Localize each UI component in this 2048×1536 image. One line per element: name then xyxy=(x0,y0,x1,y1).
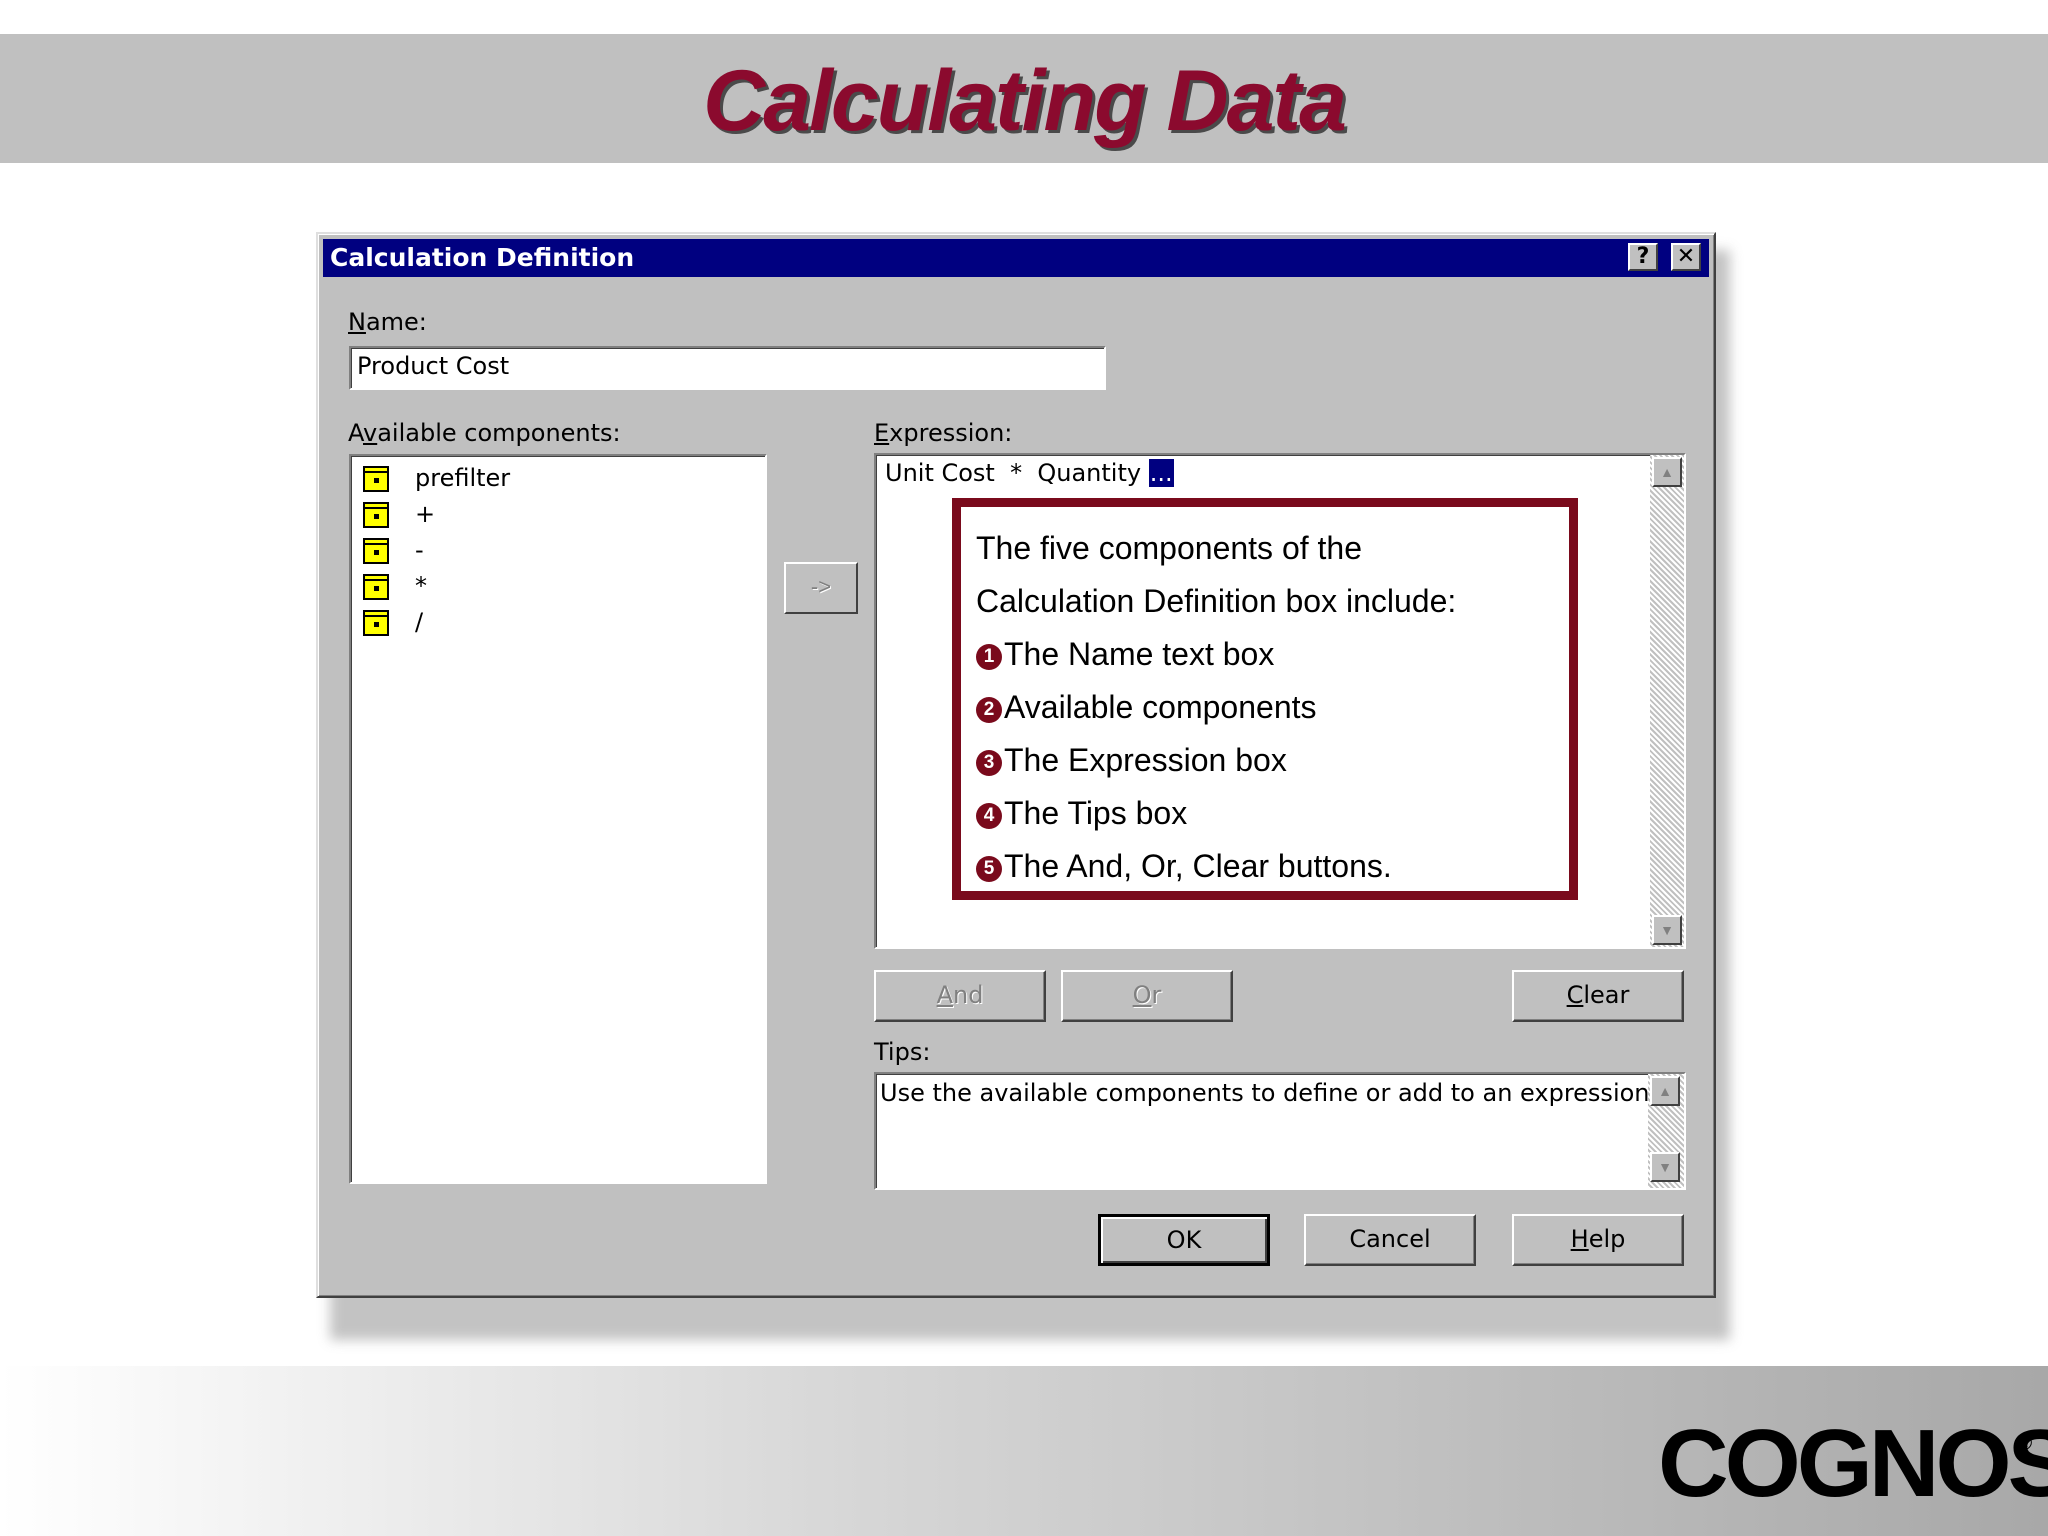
callout-item: 1 The Name text box xyxy=(976,634,1274,674)
callout-item: 5 The And, Or, Clear buttons. xyxy=(976,846,1392,886)
callout-item-text: The And, Or, Clear buttons. xyxy=(1004,848,1392,884)
callout-item-text: The Tips box xyxy=(1004,795,1188,831)
component-icon xyxy=(363,466,389,492)
callout-item-text: Available components xyxy=(1004,689,1317,725)
component-icon xyxy=(363,502,389,528)
scroll-up-icon[interactable]: ▲ xyxy=(1650,1076,1680,1106)
or-button[interactable]: Or xyxy=(1061,970,1233,1022)
callout-intro-line2: Calculation Definition box include: xyxy=(976,583,1457,619)
component-icon xyxy=(363,538,389,564)
number-3-icon: 3 xyxy=(976,750,1002,776)
registered-mark: ® xyxy=(2016,1430,2033,1455)
and-button[interactable]: And xyxy=(874,970,1046,1022)
expression-text: Unit Cost * Quantity ... xyxy=(885,458,1174,488)
list-item-label: prefilter xyxy=(415,464,511,492)
list-item[interactable]: prefilter xyxy=(363,462,743,494)
help-title-button[interactable]: ? xyxy=(1628,243,1658,271)
expression-label: Expression: xyxy=(874,419,1013,447)
scroll-down-icon[interactable]: ▼ xyxy=(1652,915,1682,945)
callout-item: 3 The Expression box xyxy=(976,740,1287,780)
tips-label: Tips: xyxy=(874,1038,931,1066)
dialog-title: Calculation Definition xyxy=(330,243,635,272)
callout-item-text: The Expression box xyxy=(1004,742,1287,778)
component-icon xyxy=(363,610,389,636)
list-item[interactable]: - xyxy=(363,534,743,566)
close-button[interactable]: ✕ xyxy=(1671,243,1701,271)
slide-title: Calculating Data xyxy=(703,53,1347,149)
cognos-logo: COGNOS xyxy=(1658,1410,2048,1517)
clear-button[interactable]: Clear xyxy=(1512,970,1684,1022)
number-1-icon: 1 xyxy=(976,644,1002,670)
help-button[interactable]: Help xyxy=(1512,1214,1684,1266)
insert-arrow-button[interactable]: -> xyxy=(784,562,858,614)
number-2-icon: 2 xyxy=(976,697,1002,723)
list-item-label: - xyxy=(415,536,424,564)
expression-value: Unit Cost * Quantity xyxy=(885,459,1149,487)
callout-intro-line1: The five components of the xyxy=(976,530,1362,566)
tips-text: Use the available components to define o… xyxy=(880,1079,1658,1107)
list-item-label: / xyxy=(415,608,424,636)
expression-scrollbar[interactable] xyxy=(1650,455,1684,947)
number-4-icon: 4 xyxy=(976,803,1002,829)
list-item[interactable]: * xyxy=(363,570,743,602)
list-item[interactable]: + xyxy=(363,498,743,530)
available-components-list[interactable]: prefilter + - * / xyxy=(349,454,767,1184)
number-5-icon: 5 xyxy=(976,856,1002,882)
available-components-label: Available components: xyxy=(348,419,621,447)
scroll-down-icon[interactable]: ▼ xyxy=(1650,1152,1680,1182)
callout-item-text: The Name text box xyxy=(1004,636,1275,672)
list-item-label: + xyxy=(415,500,436,528)
callout-item: 4 The Tips box xyxy=(976,793,1187,833)
list-item-label: * xyxy=(415,572,427,600)
scroll-up-icon[interactable]: ▲ xyxy=(1652,457,1682,487)
callout-item: 2 Available components xyxy=(976,687,1317,727)
expression-cursor: ... xyxy=(1148,459,1174,487)
list-item[interactable]: / xyxy=(363,606,743,638)
name-input[interactable]: Product Cost xyxy=(349,346,1106,390)
ok-button[interactable]: OK xyxy=(1098,1214,1270,1266)
component-icon xyxy=(363,574,389,600)
cancel-button[interactable]: Cancel xyxy=(1304,1214,1476,1266)
name-label: Name: xyxy=(348,308,427,336)
